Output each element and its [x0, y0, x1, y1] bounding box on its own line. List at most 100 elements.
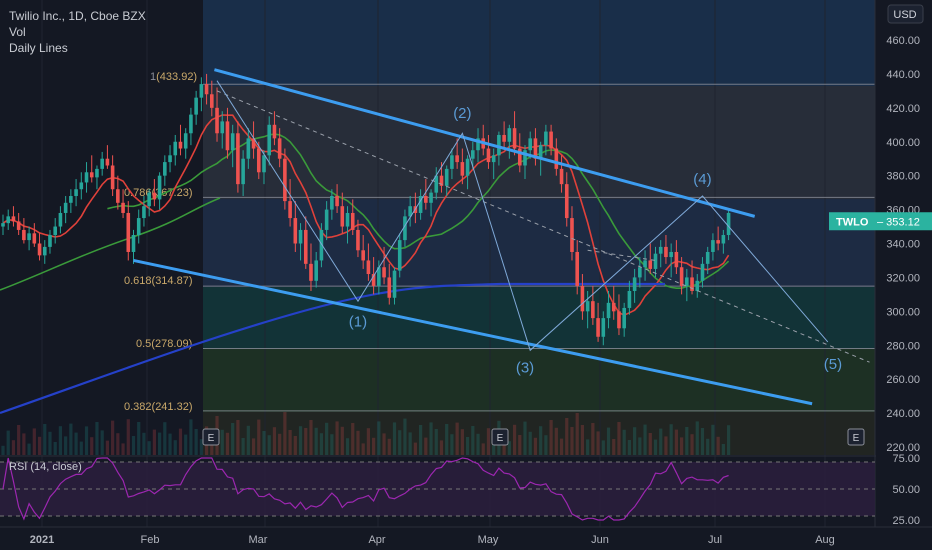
candle-body — [194, 97, 198, 115]
candle-body — [11, 216, 16, 222]
candle-body — [695, 280, 700, 291]
volume-bar — [262, 431, 266, 455]
volume-bar — [11, 440, 16, 455]
candle-body — [643, 260, 647, 268]
volume-bar — [627, 440, 631, 455]
fib-zone-786-618 — [203, 199, 875, 287]
candle-body — [189, 114, 193, 134]
candle-body — [685, 277, 689, 286]
volume-bar — [460, 429, 464, 455]
candle-body — [591, 301, 595, 319]
candle-body — [288, 201, 292, 219]
volume-bar — [84, 426, 89, 455]
candle-body — [585, 301, 590, 312]
ticker-symbol: TWLO — [836, 216, 869, 228]
price-axis-tick: 300.00 — [886, 306, 920, 318]
earnings-marker-label: E — [497, 433, 504, 444]
candle-body — [298, 229, 303, 244]
candle-body — [596, 318, 600, 337]
volume-bar — [173, 440, 177, 455]
volume-bar — [225, 432, 230, 455]
volume-bar — [17, 425, 21, 455]
candle-body — [246, 138, 251, 159]
candle-body — [397, 240, 402, 271]
price-axis-tick: 240.00 — [886, 408, 920, 420]
volume-indicator-label[interactable]: Vol — [9, 25, 26, 39]
volume-bar — [366, 428, 370, 455]
volume-bar — [372, 437, 376, 455]
volume-bar — [419, 425, 423, 455]
time-axis-label: Aug — [815, 534, 835, 546]
candle-body — [277, 138, 282, 159]
volume-bar — [131, 436, 136, 455]
wave-label: (1) — [349, 314, 367, 331]
volume-bar — [330, 434, 334, 455]
volume-bar — [111, 420, 115, 455]
volume-bar — [184, 434, 188, 455]
volume-bar — [152, 429, 156, 455]
symbol-title[interactable]: Twilio Inc., 1D, Cboe BZX — [9, 9, 146, 23]
volume-bar — [95, 422, 99, 455]
candle-body — [74, 189, 78, 197]
candle-body — [1, 223, 5, 227]
candle-body — [204, 84, 209, 95]
candle-body — [356, 229, 360, 251]
candle-body — [121, 202, 125, 213]
volume-bar — [596, 431, 600, 455]
candle-body — [580, 285, 585, 312]
volume-bar — [533, 437, 538, 455]
price-axis-tick: 340.00 — [886, 239, 920, 251]
candle-body — [173, 141, 178, 156]
candle-body — [601, 318, 606, 337]
candle-body — [272, 124, 277, 139]
fib-level-label: 0.382(241.32) — [124, 401, 193, 413]
daily-lines-indicator-label[interactable]: Daily Lines — [9, 41, 68, 55]
candle-body — [350, 212, 355, 230]
volume-bar — [565, 418, 569, 455]
candle-body — [324, 209, 329, 230]
candle-body — [340, 206, 345, 227]
candle-body — [210, 94, 214, 108]
volume-bar — [236, 420, 240, 455]
volume-bar — [220, 429, 224, 455]
volume-bar — [361, 443, 365, 455]
candle-body — [84, 172, 89, 183]
candle-body — [100, 158, 104, 169]
candle-body — [627, 290, 632, 308]
rsi-indicator-label[interactable]: RSI (14, close) — [9, 461, 82, 473]
candle-body — [638, 267, 642, 278]
volume-bar — [314, 427, 318, 455]
candle-body — [163, 162, 167, 176]
fib-zone-5-382 — [203, 349, 875, 412]
candle-body — [147, 192, 151, 207]
candle-body — [241, 158, 245, 185]
volume-bar — [606, 427, 611, 455]
volume-bar — [413, 442, 417, 455]
volume-bar — [64, 436, 68, 455]
volume-bar — [617, 422, 621, 455]
wave-label: (5) — [824, 356, 842, 373]
candle-body — [361, 250, 365, 261]
volume-bar — [570, 427, 574, 455]
candle-body — [622, 307, 626, 329]
volume-bar — [32, 428, 36, 455]
candle-body — [460, 162, 465, 176]
candle-body — [611, 302, 616, 312]
ticker-price: – 353.12 — [877, 216, 920, 228]
volume-bar — [158, 432, 162, 455]
volume-bar — [465, 437, 470, 455]
candle-body — [157, 175, 162, 200]
volume-bar — [706, 438, 710, 455]
candle-body — [721, 235, 726, 244]
candle-body — [58, 212, 63, 227]
price-axis-tick: 440.00 — [886, 69, 920, 81]
volume-bar — [48, 431, 52, 455]
volume-bar — [231, 423, 235, 455]
volume-bar — [653, 439, 658, 455]
volume-bar — [278, 433, 282, 455]
volume-bar — [601, 440, 605, 455]
volume-bar — [711, 424, 715, 455]
volume-bar — [455, 422, 459, 455]
candle-body — [570, 218, 574, 252]
candle-body — [486, 148, 491, 163]
